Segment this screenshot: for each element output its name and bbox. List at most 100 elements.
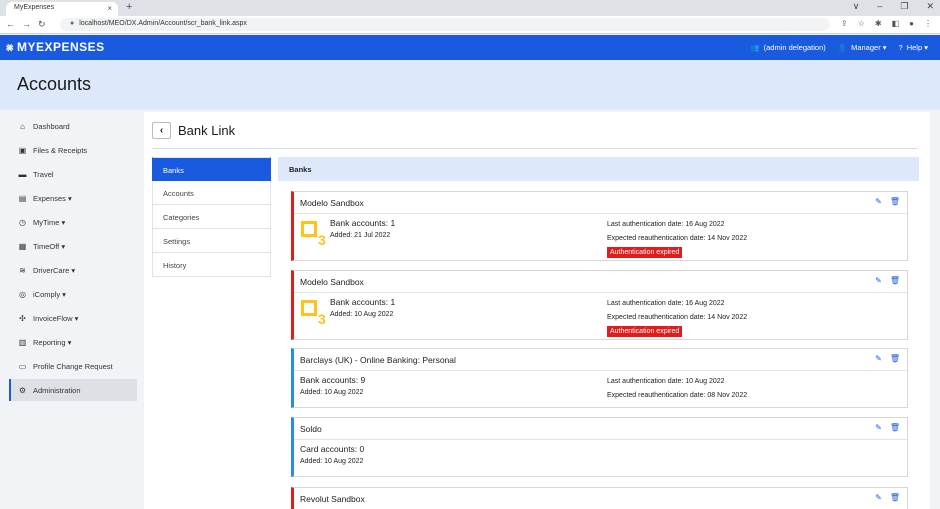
manager-menu[interactable]: 👤 Manager ▾: [838, 43, 887, 52]
sidebar-item-files-receipts[interactable]: ▣ Files & Receipts: [9, 139, 137, 161]
sidebar-item-label: Profile Change Request: [33, 362, 113, 371]
maximize-button[interactable]: ❐: [900, 1, 908, 12]
delegation-link[interactable]: 👥 (admin delegation): [750, 43, 825, 52]
image-icon: ▣: [18, 146, 27, 155]
flow-icon: ✣: [19, 314, 26, 323]
back-button[interactable]: ‹: [152, 122, 171, 139]
delete-trash-icon[interactable]: 🗑: [890, 354, 900, 363]
sidebar-item-label: Expenses ▾: [33, 194, 72, 203]
receipt-icon: ▤: [18, 194, 27, 203]
expected-reauth-date: Expected reauthentication date: 08 Nov 2…: [607, 392, 748, 399]
bank-card: Soldo ✎ 🗑 Card accounts: 0 Added: 10 Aug 202…: [291, 417, 908, 477]
expected-reauth-date: Expected reauthentication date: 14 Nov 2…: [607, 235, 748, 242]
subnav-settings[interactable]: Settings: [152, 229, 271, 253]
tab-close-icon[interactable]: ×: [107, 4, 112, 13]
subnav-accounts[interactable]: Accounts: [152, 181, 271, 205]
window-controls: ∨ – ❐ ✕: [853, 1, 934, 12]
sidepanel-icon[interactable]: ◧: [892, 19, 900, 28]
delete-trash-icon[interactable]: 🗑: [890, 423, 900, 432]
sidebar-item-mytime[interactable]: ◷ MyTime ▾: [9, 211, 137, 233]
edit-pencil-icon[interactable]: ✎: [875, 354, 882, 363]
added-date: Added: 10 Aug 2022: [300, 389, 364, 396]
bookmark-star-icon[interactable]: ☆: [858, 19, 865, 28]
home-icon: ⌂: [20, 122, 25, 131]
sidebar-item-expenses[interactable]: ▤ Expenses ▾: [9, 187, 137, 209]
browser-tabbar: MyExpenses × + ∨ – ❐ ✕: [0, 0, 940, 16]
bank-name: Barclays (UK) - Online Banking: Personal: [300, 355, 456, 365]
profile-icon: ▭: [18, 362, 27, 371]
delete-trash-icon[interactable]: 🗑: [890, 197, 900, 206]
back-arrow-icon[interactable]: ←: [6, 19, 15, 29]
forward-arrow-icon[interactable]: →: [22, 19, 31, 29]
delete-trash-icon[interactable]: 🗑: [890, 276, 900, 285]
sidebar-item-profile-change-request[interactable]: ▭ Profile Change Request: [9, 355, 137, 377]
bank-card-actions: ✎ 🗑: [875, 276, 900, 285]
auth-expired-badge: Authentication expired: [607, 326, 683, 337]
bank-card-header: Barclays (UK) - Online Banking: Personal…: [294, 349, 907, 371]
reload-icon[interactable]: ↻: [38, 19, 46, 30]
header-menu: 👥 (admin delegation) 👤 Manager ▾ ? Help ▾: [750, 43, 928, 52]
browser-toolbar-icons: ⇪ ☆ ✱ ◧ ● ⋮: [841, 19, 932, 28]
clock-icon: ◷: [19, 218, 26, 227]
bank-name: Soldo: [300, 424, 322, 434]
edit-pencil-icon[interactable]: ✎: [875, 197, 882, 206]
close-window-button[interactable]: ✕: [926, 1, 934, 12]
sidebar-item-timeoff[interactable]: ▦ TimeOff ▾: [9, 235, 137, 257]
section-title: Bank Link: [178, 123, 236, 138]
help-menu[interactable]: ? Help ▾: [899, 43, 928, 52]
sidebar: ⌂ Dashboard ▣ Files & Receipts ▬ Travel ▤ Expen…: [0, 110, 144, 509]
banks-panel-header: Banks: [278, 157, 919, 181]
address-bar: ← → ↻ ● localhost/MEO/DX.Admin/Account/sc…: [0, 16, 940, 34]
sidebar-item-dashboard[interactable]: ⌂ Dashboard: [9, 115, 137, 137]
sidebar-item-label: Reporting ▾: [33, 338, 72, 347]
extensions-icon[interactable]: ✱: [875, 19, 882, 28]
help-label: Help ▾: [906, 43, 928, 52]
edit-pencil-icon[interactable]: ✎: [875, 276, 882, 285]
app-logo[interactable]: ⨳ MYEXPENSES: [6, 40, 105, 55]
sidebar-item-label: iComply ▾: [33, 290, 66, 299]
url-text: localhost/MEO/DX.Admin/Account/scr_bank_…: [79, 20, 247, 27]
bank-card-header: Modelo Sandbox ✎ 🗑: [294, 192, 907, 214]
last-auth-date: Last authentication date: 16 Aug 2022: [607, 300, 725, 307]
o3-logo-digit: 3: [318, 232, 326, 248]
bank-card-body: Card accounts: 0 Added: 10 Aug 2022: [294, 440, 907, 469]
o3-logo-icon: 3: [301, 221, 329, 249]
bank-card-actions: ✎ 🗑: [875, 354, 900, 363]
sidebar-item-invoiceflow[interactable]: ✣ InvoiceFlow ▾: [9, 307, 137, 329]
new-tab-button[interactable]: +: [126, 1, 132, 13]
bank-card: Barclays (UK) - Online Banking: Personal…: [291, 348, 908, 408]
delete-trash-icon[interactable]: 🗑: [890, 493, 900, 502]
tab-search-icon[interactable]: ∨: [853, 1, 860, 12]
browser-tab[interactable]: MyExpenses ×: [6, 2, 118, 16]
share-icon[interactable]: ⇪: [841, 19, 848, 28]
bank-link-subnav: Banks Accounts Categories Settings History: [152, 157, 271, 277]
bank-card-header: Revolut Sandbox ✎ 🗑: [294, 488, 907, 509]
profile-icon[interactable]: ●: [909, 19, 914, 28]
bank-card-body: 3 Bank accounts: 1 Added: 21 Jul 2022 Last …: [294, 214, 907, 258]
bank-card-header: Modelo Sandbox ✎ 🗑: [294, 271, 907, 293]
subnav-history[interactable]: History: [152, 253, 271, 277]
bank-card-body: 3 Bank accounts: 1 Added: 10 Aug 2022 Last …: [294, 293, 907, 337]
menu-kebab-icon[interactable]: ⋮: [924, 19, 932, 28]
sidebar-item-drivercare[interactable]: ≋ DriverCare ▾: [9, 259, 137, 281]
logo-mark-icon: ⨳: [6, 40, 14, 54]
sidebar-item-icomply[interactable]: ◎ iComply ▾: [9, 283, 137, 305]
account-count: Card accounts: 0: [300, 444, 365, 454]
sidebar-item-reporting[interactable]: ▥ Reporting ▾: [9, 331, 137, 353]
title-divider: [152, 148, 918, 149]
bank-card-actions: ✎ 🗑: [875, 423, 900, 432]
sidebar-item-administration[interactable]: ⚙ Administration: [9, 379, 137, 401]
app-header: ⨳ MYEXPENSES 👥 (admin delegation) 👤 Manager…: [0, 35, 940, 60]
minimize-button[interactable]: –: [877, 1, 882, 12]
bank-name: Modelo Sandbox: [300, 277, 364, 287]
edit-pencil-icon[interactable]: ✎: [875, 423, 882, 432]
lock-icon: ●: [70, 20, 75, 27]
subnav-banks[interactable]: Banks: [152, 157, 271, 181]
subnav-categories[interactable]: Categories: [152, 205, 271, 229]
sidebar-item-label: TimeOff ▾: [33, 242, 66, 251]
auth-info: Last authentication date: 16 Aug 2022 Exp…: [607, 218, 747, 260]
bank-card-body: Bank accounts: 9 Added: 10 Aug 2022 Last a…: [294, 371, 907, 400]
sidebar-item-travel[interactable]: ▬ Travel: [9, 163, 137, 185]
edit-pencil-icon[interactable]: ✎: [875, 493, 882, 502]
url-field[interactable]: ● localhost/MEO/DX.Admin/Account/scr_bank…: [60, 18, 830, 31]
